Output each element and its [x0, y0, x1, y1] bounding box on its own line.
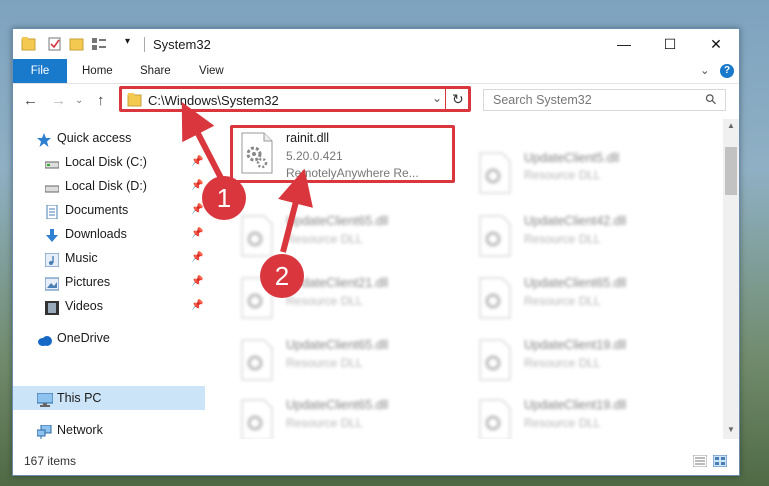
step-1-badge: 1 — [202, 176, 246, 220]
annotation-arrows — [181, 102, 313, 253]
step-2-badge: 2 — [260, 254, 304, 298]
arrow-to-rainit-file — [278, 168, 313, 253]
arrow-to-address-bar — [181, 102, 225, 182]
